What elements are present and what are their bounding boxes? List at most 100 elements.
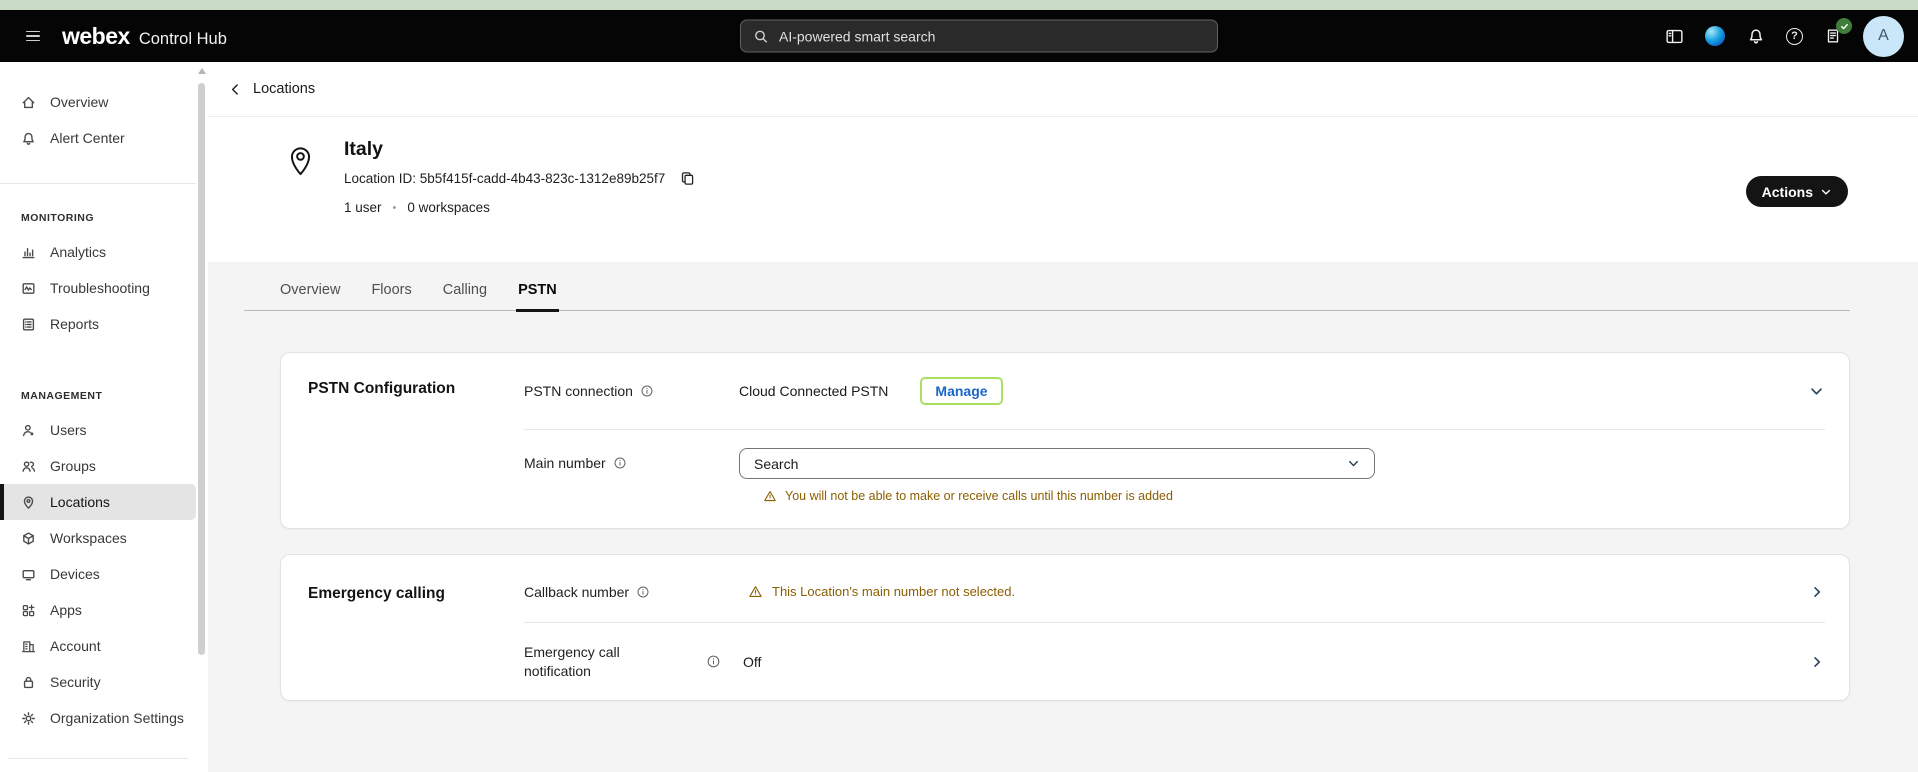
help-icon[interactable]: ?	[1786, 28, 1803, 45]
report-list-icon	[20, 316, 37, 333]
sidebar-item-alert-center[interactable]: Alert Center	[0, 120, 196, 156]
sidebar-item-apps[interactable]: Apps	[0, 592, 196, 628]
emergency-call-notification-row[interactable]: Emergency call notification Off	[524, 622, 1825, 700]
pstn-card-title: PSTN Configuration	[281, 353, 436, 528]
sidebar-item-users[interactable]: Users	[0, 412, 196, 448]
feedback-icon[interactable]	[1822, 25, 1844, 47]
info-icon[interactable]	[640, 384, 654, 398]
sidebar-item-troubleshooting[interactable]: Troubleshooting	[0, 270, 196, 306]
sidebar-scrollbar	[196, 62, 208, 772]
notification-value: Off	[743, 654, 761, 670]
main-number-warning: You will not be able to make or receive …	[763, 489, 1825, 503]
sidebar-nav: Overview Alert Center MONITORING Analyti…	[0, 62, 196, 772]
warning-triangle-icon	[763, 489, 777, 503]
feedback-check-badge	[1836, 18, 1852, 34]
copy-icon[interactable]	[679, 170, 696, 187]
main-number-combobox[interactable]: Search	[739, 448, 1375, 479]
sidebar-item-security[interactable]: Security	[0, 664, 196, 700]
sidebar-item-workspaces[interactable]: Workspaces	[0, 520, 196, 556]
emergency-card-title: Emergency calling	[281, 555, 436, 700]
expand-chevron-down-icon[interactable]	[1805, 383, 1825, 400]
notification-label: Emergency call notification	[524, 643, 644, 679]
sidebar-section-monitoring: MONITORING	[0, 212, 196, 224]
dot-separator: •	[393, 202, 397, 214]
location-pin-icon	[288, 143, 313, 177]
sidebar-item-reports[interactable]: Reports	[0, 306, 196, 342]
tab-overview[interactable]: Overview	[278, 276, 342, 312]
line-chart-icon	[20, 280, 37, 297]
info-icon[interactable]	[706, 654, 743, 669]
callback-warning: This Location's main number not selected…	[748, 584, 1015, 599]
pstn-connection-label: PSTN connection	[524, 383, 633, 399]
chevron-right-icon[interactable]	[1805, 654, 1825, 670]
warning-text: This Location's main number not selected…	[772, 584, 1015, 599]
lock-icon	[20, 674, 37, 691]
app-header: webex Control Hub ? A	[0, 10, 1918, 62]
header-icons: ? A	[1663, 10, 1904, 62]
info-icon[interactable]	[613, 456, 627, 470]
sidebar-item-devices[interactable]: Devices	[0, 556, 196, 592]
bell-icon	[20, 130, 37, 147]
pstn-configuration-card: PSTN Configuration PSTN connection Cloud…	[280, 352, 1850, 529]
actions-button[interactable]: Actions	[1746, 176, 1848, 207]
user-avatar[interactable]: A	[1863, 16, 1904, 57]
main-number-label: Main number	[524, 455, 606, 471]
pstn-tab-content: Overview Floors Calling PSTN PSTN Config…	[208, 262, 1918, 772]
product-name: Control Hub	[139, 30, 227, 49]
hamburger-menu-icon[interactable]	[14, 18, 52, 54]
warning-text: You will not be able to make or receive …	[785, 489, 1173, 503]
users-count: 1 user	[344, 200, 382, 215]
location-tabs: Overview Floors Calling PSTN	[244, 276, 1850, 311]
tab-floors[interactable]: Floors	[369, 276, 413, 312]
scrollbar-thumb[interactable]	[198, 83, 205, 655]
search-input[interactable]	[779, 28, 1205, 44]
callback-number-row[interactable]: Callback number This Location's main num…	[524, 555, 1825, 622]
bar-chart-icon	[20, 244, 37, 261]
warning-triangle-icon	[748, 584, 763, 599]
sidebar-item-organization-settings[interactable]: Organization Settings	[0, 700, 196, 736]
combobox-placeholder: Search	[754, 456, 798, 472]
workspace-cube-icon	[20, 530, 37, 547]
apps-grid-icon	[20, 602, 37, 619]
home-icon	[20, 94, 37, 111]
back-chevron-icon	[228, 82, 243, 97]
pstn-connection-value: Cloud Connected PSTN	[739, 383, 888, 399]
people-icon	[20, 458, 37, 475]
scroll-up-arrow-icon[interactable]	[198, 68, 206, 74]
sidebar-item-overview[interactable]: Overview	[0, 84, 196, 120]
sidebar-divider	[0, 183, 196, 184]
back-button[interactable]: Locations	[228, 81, 315, 97]
location-pin-icon	[20, 494, 37, 511]
tab-calling[interactable]: Calling	[441, 276, 489, 312]
global-search-bar[interactable]	[740, 20, 1218, 53]
brand: webex Control Hub	[62, 23, 227, 50]
chevron-down-icon	[1820, 186, 1832, 198]
breadcrumb-label: Locations	[253, 81, 315, 97]
info-icon[interactable]	[636, 585, 650, 599]
location-title-section: Italy Location ID: 5b5f415f-cadd-4b43-82…	[208, 117, 1918, 262]
sidebar-item-account[interactable]: Account	[0, 628, 196, 664]
manage-button[interactable]: Manage	[920, 377, 1002, 405]
search-icon	[753, 28, 769, 44]
tab-pstn[interactable]: PSTN	[516, 276, 559, 312]
sidebar-item-analytics[interactable]: Analytics	[0, 234, 196, 270]
panel-toggle-icon[interactable]	[1663, 25, 1685, 47]
user-icon	[20, 422, 37, 439]
breadcrumb: Locations	[208, 62, 1918, 117]
location-id: Location ID: 5b5f415f-cadd-4b43-823c-131…	[344, 171, 665, 186]
main-number-row: Main number Search You will	[524, 429, 1825, 528]
sidebar-item-locations[interactable]: Locations	[0, 484, 196, 520]
workspaces-count: 0 workspaces	[407, 200, 490, 215]
screen-share-strip	[0, 0, 1918, 10]
gear-icon	[20, 710, 37, 727]
sidebar-section-management: MANAGEMENT	[0, 390, 196, 402]
chevron-right-icon[interactable]	[1805, 584, 1825, 600]
webex-control-hub-page: webex Control Hub ? A	[0, 0, 1918, 772]
pstn-connection-row: PSTN connection Cloud Connected PSTN Man…	[524, 353, 1825, 429]
combobox-chevron-down-icon	[1346, 456, 1361, 471]
webex-app-icon[interactable]	[1704, 25, 1726, 47]
webex-logo: webex	[62, 23, 130, 50]
location-name: Italy	[344, 138, 1918, 161]
sidebar-item-groups[interactable]: Groups	[0, 448, 196, 484]
notifications-bell-icon[interactable]	[1745, 25, 1767, 47]
